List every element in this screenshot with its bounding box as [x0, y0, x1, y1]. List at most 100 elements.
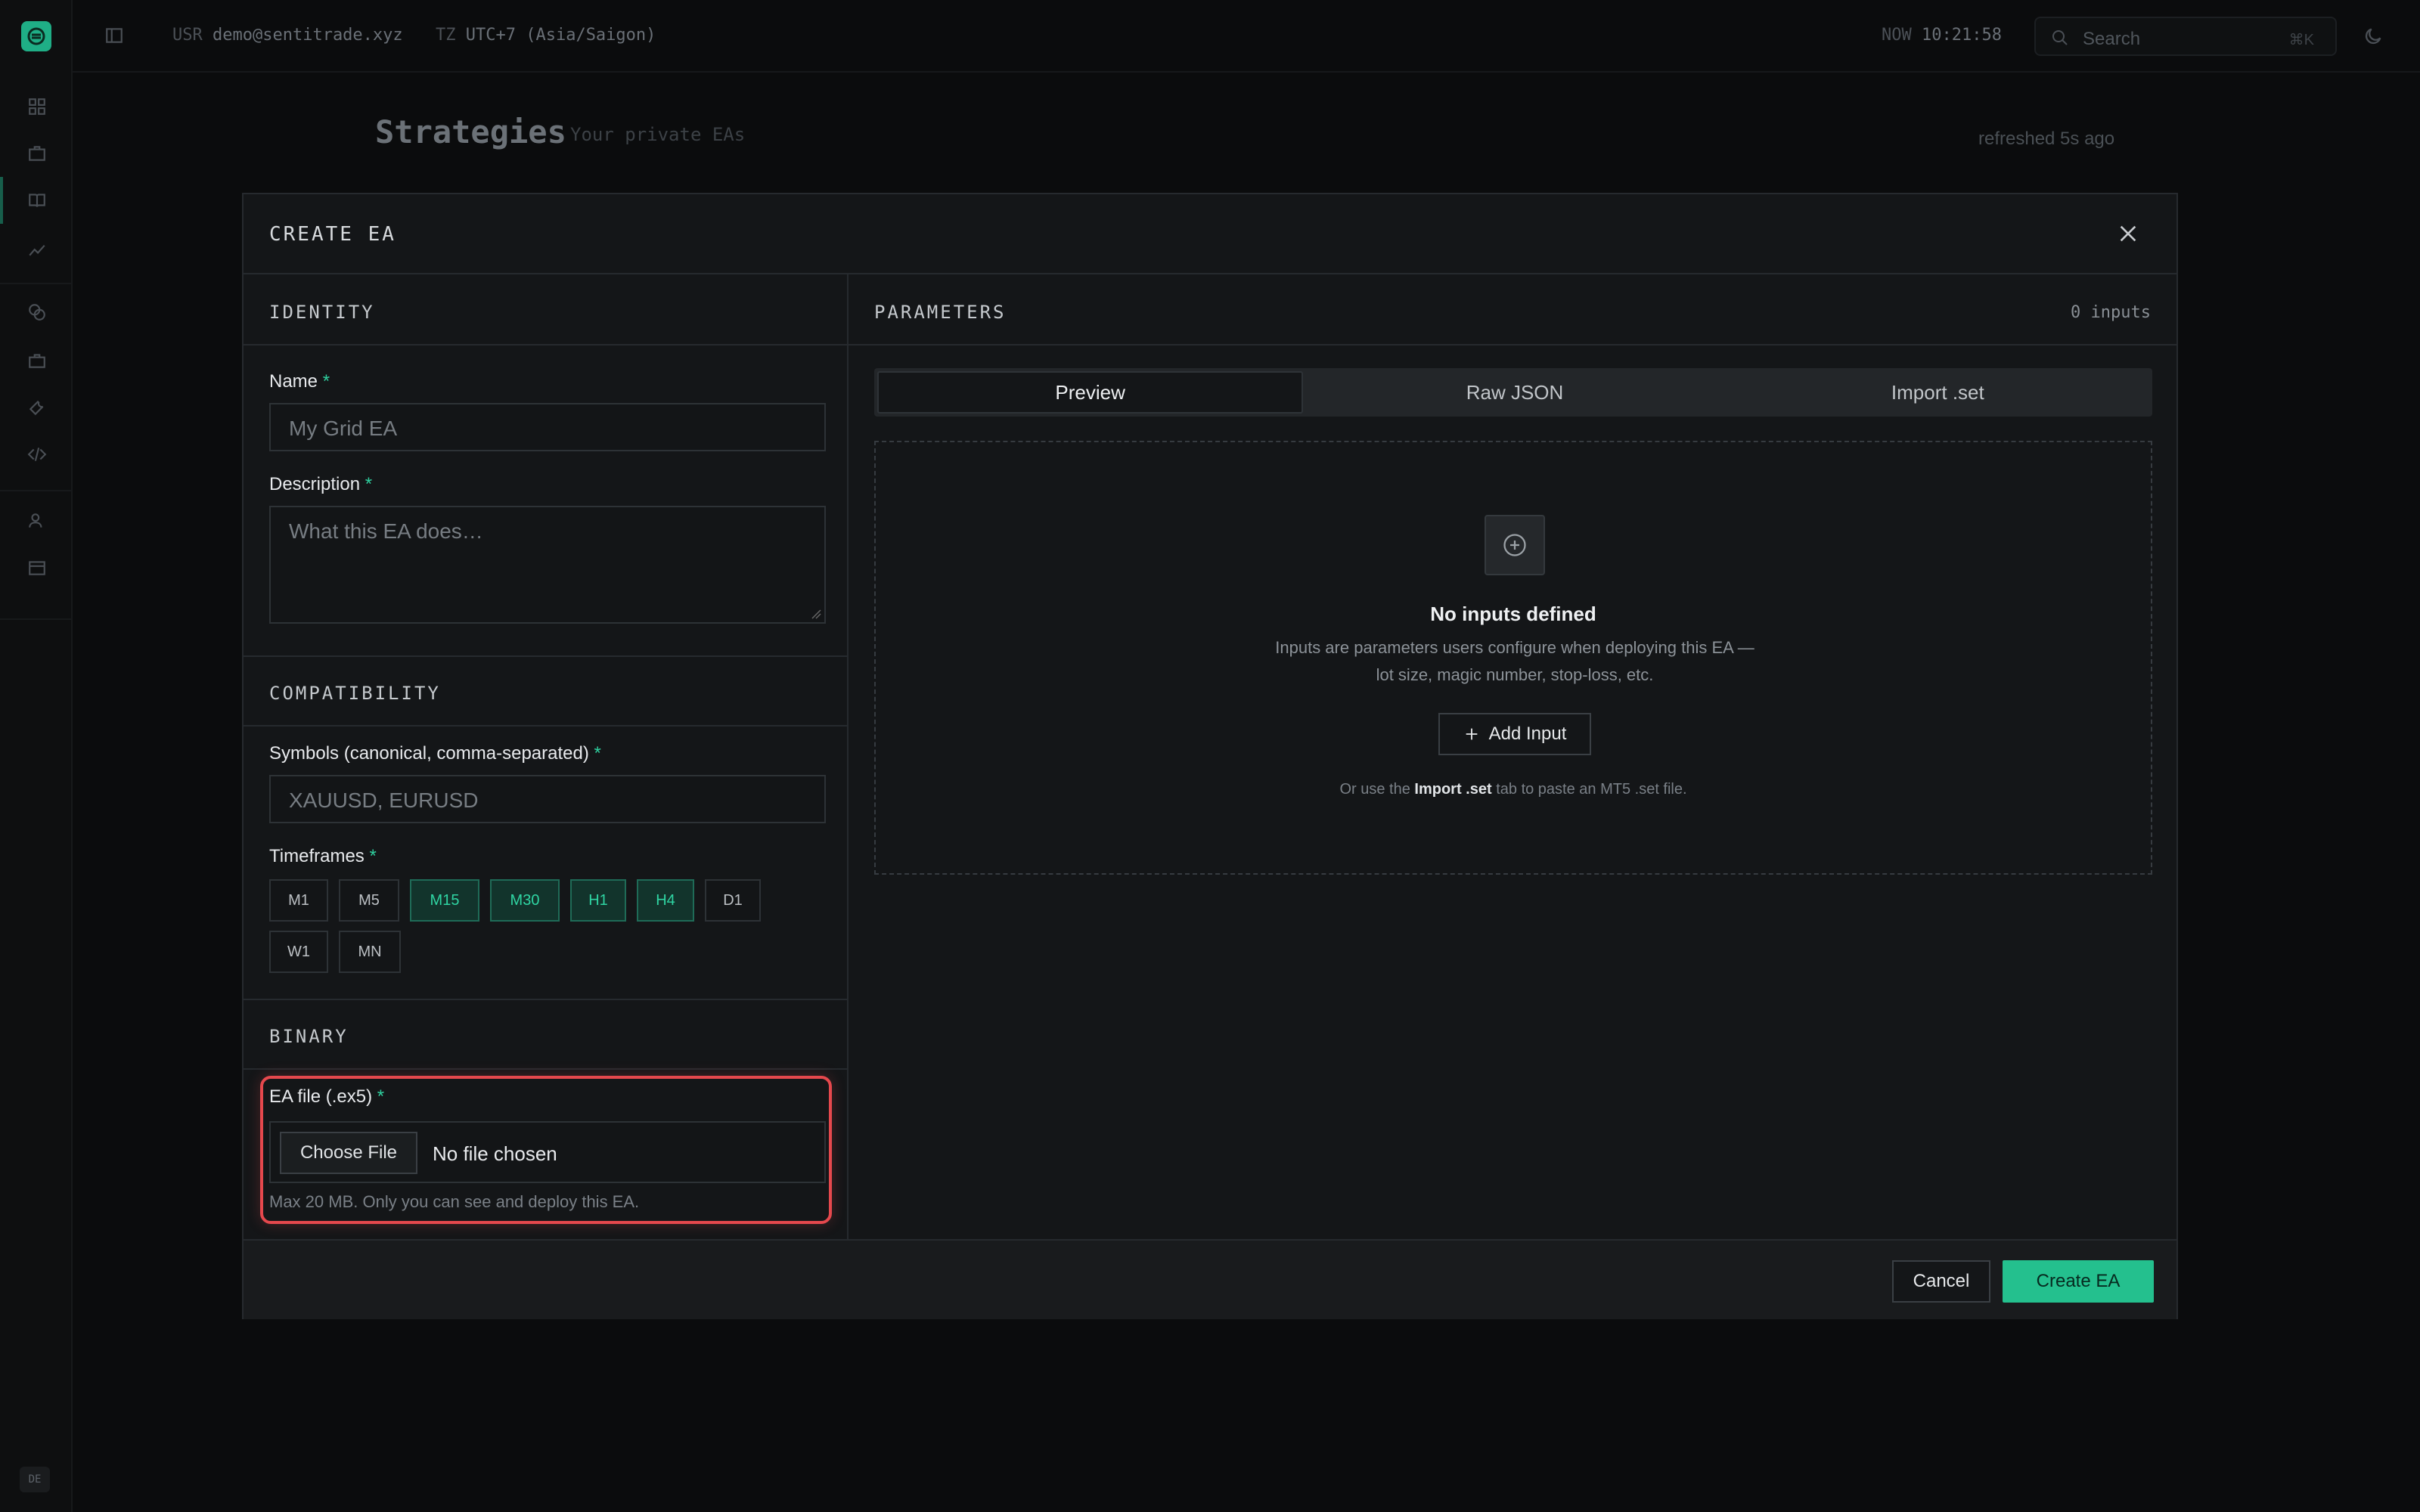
sidebar-divider	[0, 283, 73, 284]
top-bar: USR demo@sentitrade.xyz TZ UTC+7 (Asia/S…	[73, 0, 2420, 73]
chart-line-icon[interactable]	[27, 239, 47, 259]
parameters-heading: PARAMETERS	[874, 302, 1007, 323]
name-label: Name *	[269, 371, 330, 392]
user-indicator: USR demo@sentitrade.xyz	[172, 26, 403, 45]
identity-heading: IDENTITY	[269, 302, 375, 323]
description-label-text: Description	[269, 474, 361, 494]
logo-icon	[27, 27, 45, 45]
tab-import-set[interactable]: Import .set	[1727, 371, 2149, 414]
file-status: No file chosen	[433, 1142, 557, 1165]
empty-inputs-state: No inputs defined Inputs are parameters …	[874, 441, 2152, 875]
parameters-header: PARAMETERS 0 inputs	[849, 274, 2176, 345]
sidebar-active-indicator	[0, 177, 3, 224]
sidebar-toggle-icon[interactable]	[104, 26, 124, 45]
app-sidebar: DE	[0, 0, 73, 1512]
code-icon[interactable]	[27, 445, 47, 464]
timeframe-h1[interactable]: H1	[570, 879, 626, 922]
add-input-label: Add Input	[1488, 723, 1567, 744]
timezone-indicator: TZ UTC+7 (Asia/Saigon)	[436, 26, 656, 45]
required-mark: *	[594, 743, 601, 764]
empty-state-icon-box	[1485, 515, 1545, 575]
description-textarea[interactable]: What this EA does…	[269, 506, 826, 624]
name-label-text: Name	[269, 371, 318, 392]
compatibility-heading: COMPATIBILITY	[269, 683, 441, 704]
required-mark: *	[377, 1086, 385, 1107]
timeframe-row-1: M1 M5 M15 M30 H1 H4 D1	[269, 879, 761, 922]
calendar-icon[interactable]	[27, 558, 47, 578]
symbols-input[interactable]: XAUUSD, EURUSD	[269, 775, 826, 823]
file-hint: Max 20 MB. Only you can see and deploy t…	[269, 1192, 640, 1211]
timeframe-m1[interactable]: M1	[269, 879, 328, 922]
app-logo[interactable]	[21, 21, 51, 51]
coins-icon[interactable]	[27, 302, 47, 322]
compatibility-section-header: COMPATIBILITY	[244, 655, 847, 727]
ea-file-input[interactable]: Choose File No file chosen	[269, 1121, 826, 1183]
now-label: NOW	[1882, 26, 1912, 45]
empty-description: Inputs are parameters users configure wh…	[1275, 638, 1754, 684]
modal-footer: Cancel Create EA	[244, 1239, 2176, 1319]
symbols-label-text: Symbols (canonical, comma-separated)	[269, 743, 589, 764]
modal-header: CREATE EA	[244, 194, 2176, 274]
ea-file-label-text: EA file (.ex5)	[269, 1086, 373, 1107]
search-input[interactable]: Search ⌘K	[2034, 17, 2337, 56]
timeframe-mn[interactable]: MN	[339, 931, 401, 973]
user-settings-icon[interactable]	[27, 511, 47, 531]
toolbox-icon[interactable]	[27, 351, 47, 370]
name-placeholder: My Grid EA	[289, 417, 398, 440]
import-hint-pre: Or use the	[1339, 781, 1410, 798]
user-initials-badge[interactable]: DE	[20, 1467, 50, 1492]
timeframe-m30[interactable]: M30	[490, 879, 560, 922]
usr-value: demo@sentitrade.xyz	[213, 26, 403, 45]
book-icon[interactable]	[27, 191, 47, 210]
import-hint-post: tab to paste an MT5 .set file.	[1496, 781, 1687, 798]
modal-title: CREATE EA	[269, 223, 396, 246]
import-hint: Or use the Import .set tab to paste an M…	[876, 781, 2151, 798]
refresh-status: refreshed 5s ago	[1978, 129, 2115, 149]
tz-value: UTC+7 (Asia/Saigon)	[465, 26, 656, 45]
inputs-count: 0 inputs	[2071, 303, 2151, 322]
add-input-button[interactable]: Add Input	[1438, 713, 1591, 755]
briefcase-icon[interactable]	[27, 144, 47, 163]
tz-label: TZ	[436, 26, 456, 45]
ea-file-label: EA file (.ex5) *	[269, 1086, 384, 1108]
create-ea-modal: CREATE EA IDENTITY Name * My Grid EA Des…	[242, 193, 2178, 1319]
timeframe-m15[interactable]: M15	[410, 879, 479, 922]
name-input[interactable]: My Grid EA	[269, 403, 826, 451]
timeframe-d1[interactable]: D1	[705, 879, 761, 922]
binary-section-header: BINARY	[244, 999, 847, 1070]
search-placeholder: Search	[2083, 29, 2141, 49]
timeframe-row-2: W1 MN	[269, 931, 401, 973]
dashboard-icon[interactable]	[27, 97, 47, 116]
parameters-tabs: Preview Raw JSON Import .set	[874, 368, 2152, 417]
timeframe-h4[interactable]: H4	[637, 879, 694, 922]
timeframe-w1[interactable]: W1	[269, 931, 328, 973]
parameters-column: PARAMETERS 0 inputs Preview Raw JSON Imp…	[849, 274, 2176, 1239]
theme-toggle-icon[interactable]	[2363, 26, 2384, 47]
clock-indicator: NOW 10:21:58	[1882, 26, 2002, 45]
tab-raw-json[interactable]: Raw JSON	[1303, 371, 1726, 414]
sidebar-divider	[0, 490, 73, 491]
wrench-icon[interactable]	[27, 398, 47, 417]
cancel-button[interactable]: Cancel	[1892, 1260, 1990, 1303]
resize-grip-icon[interactable]	[811, 609, 821, 619]
create-ea-button[interactable]: Create EA	[2003, 1260, 2154, 1303]
search-shortcut: ⌘K	[2288, 32, 2314, 48]
import-hint-link: Import .set	[1414, 781, 1492, 798]
sidebar-divider	[0, 618, 73, 620]
required-mark: *	[369, 846, 377, 866]
tab-preview[interactable]: Preview	[877, 371, 1304, 414]
required-mark: *	[322, 371, 330, 392]
symbols-placeholder: XAUUSD, EURUSD	[289, 789, 479, 812]
now-value: 10:21:58	[1922, 26, 2002, 45]
binary-heading: BINARY	[269, 1026, 349, 1047]
timeframes-label: Timeframes *	[269, 846, 377, 867]
plus-circle-icon	[1503, 534, 1526, 556]
page-subtitle: Your private EAs	[570, 124, 746, 145]
page-title: Strategies	[375, 113, 566, 150]
timeframe-m5[interactable]: M5	[339, 879, 399, 922]
timeframes-label-text: Timeframes	[269, 846, 365, 866]
usr-label: USR	[172, 26, 203, 45]
close-icon[interactable]	[2116, 222, 2140, 246]
choose-file-button[interactable]: Choose File	[280, 1132, 417, 1174]
symbols-label: Symbols (canonical, comma-separated) *	[269, 743, 601, 764]
